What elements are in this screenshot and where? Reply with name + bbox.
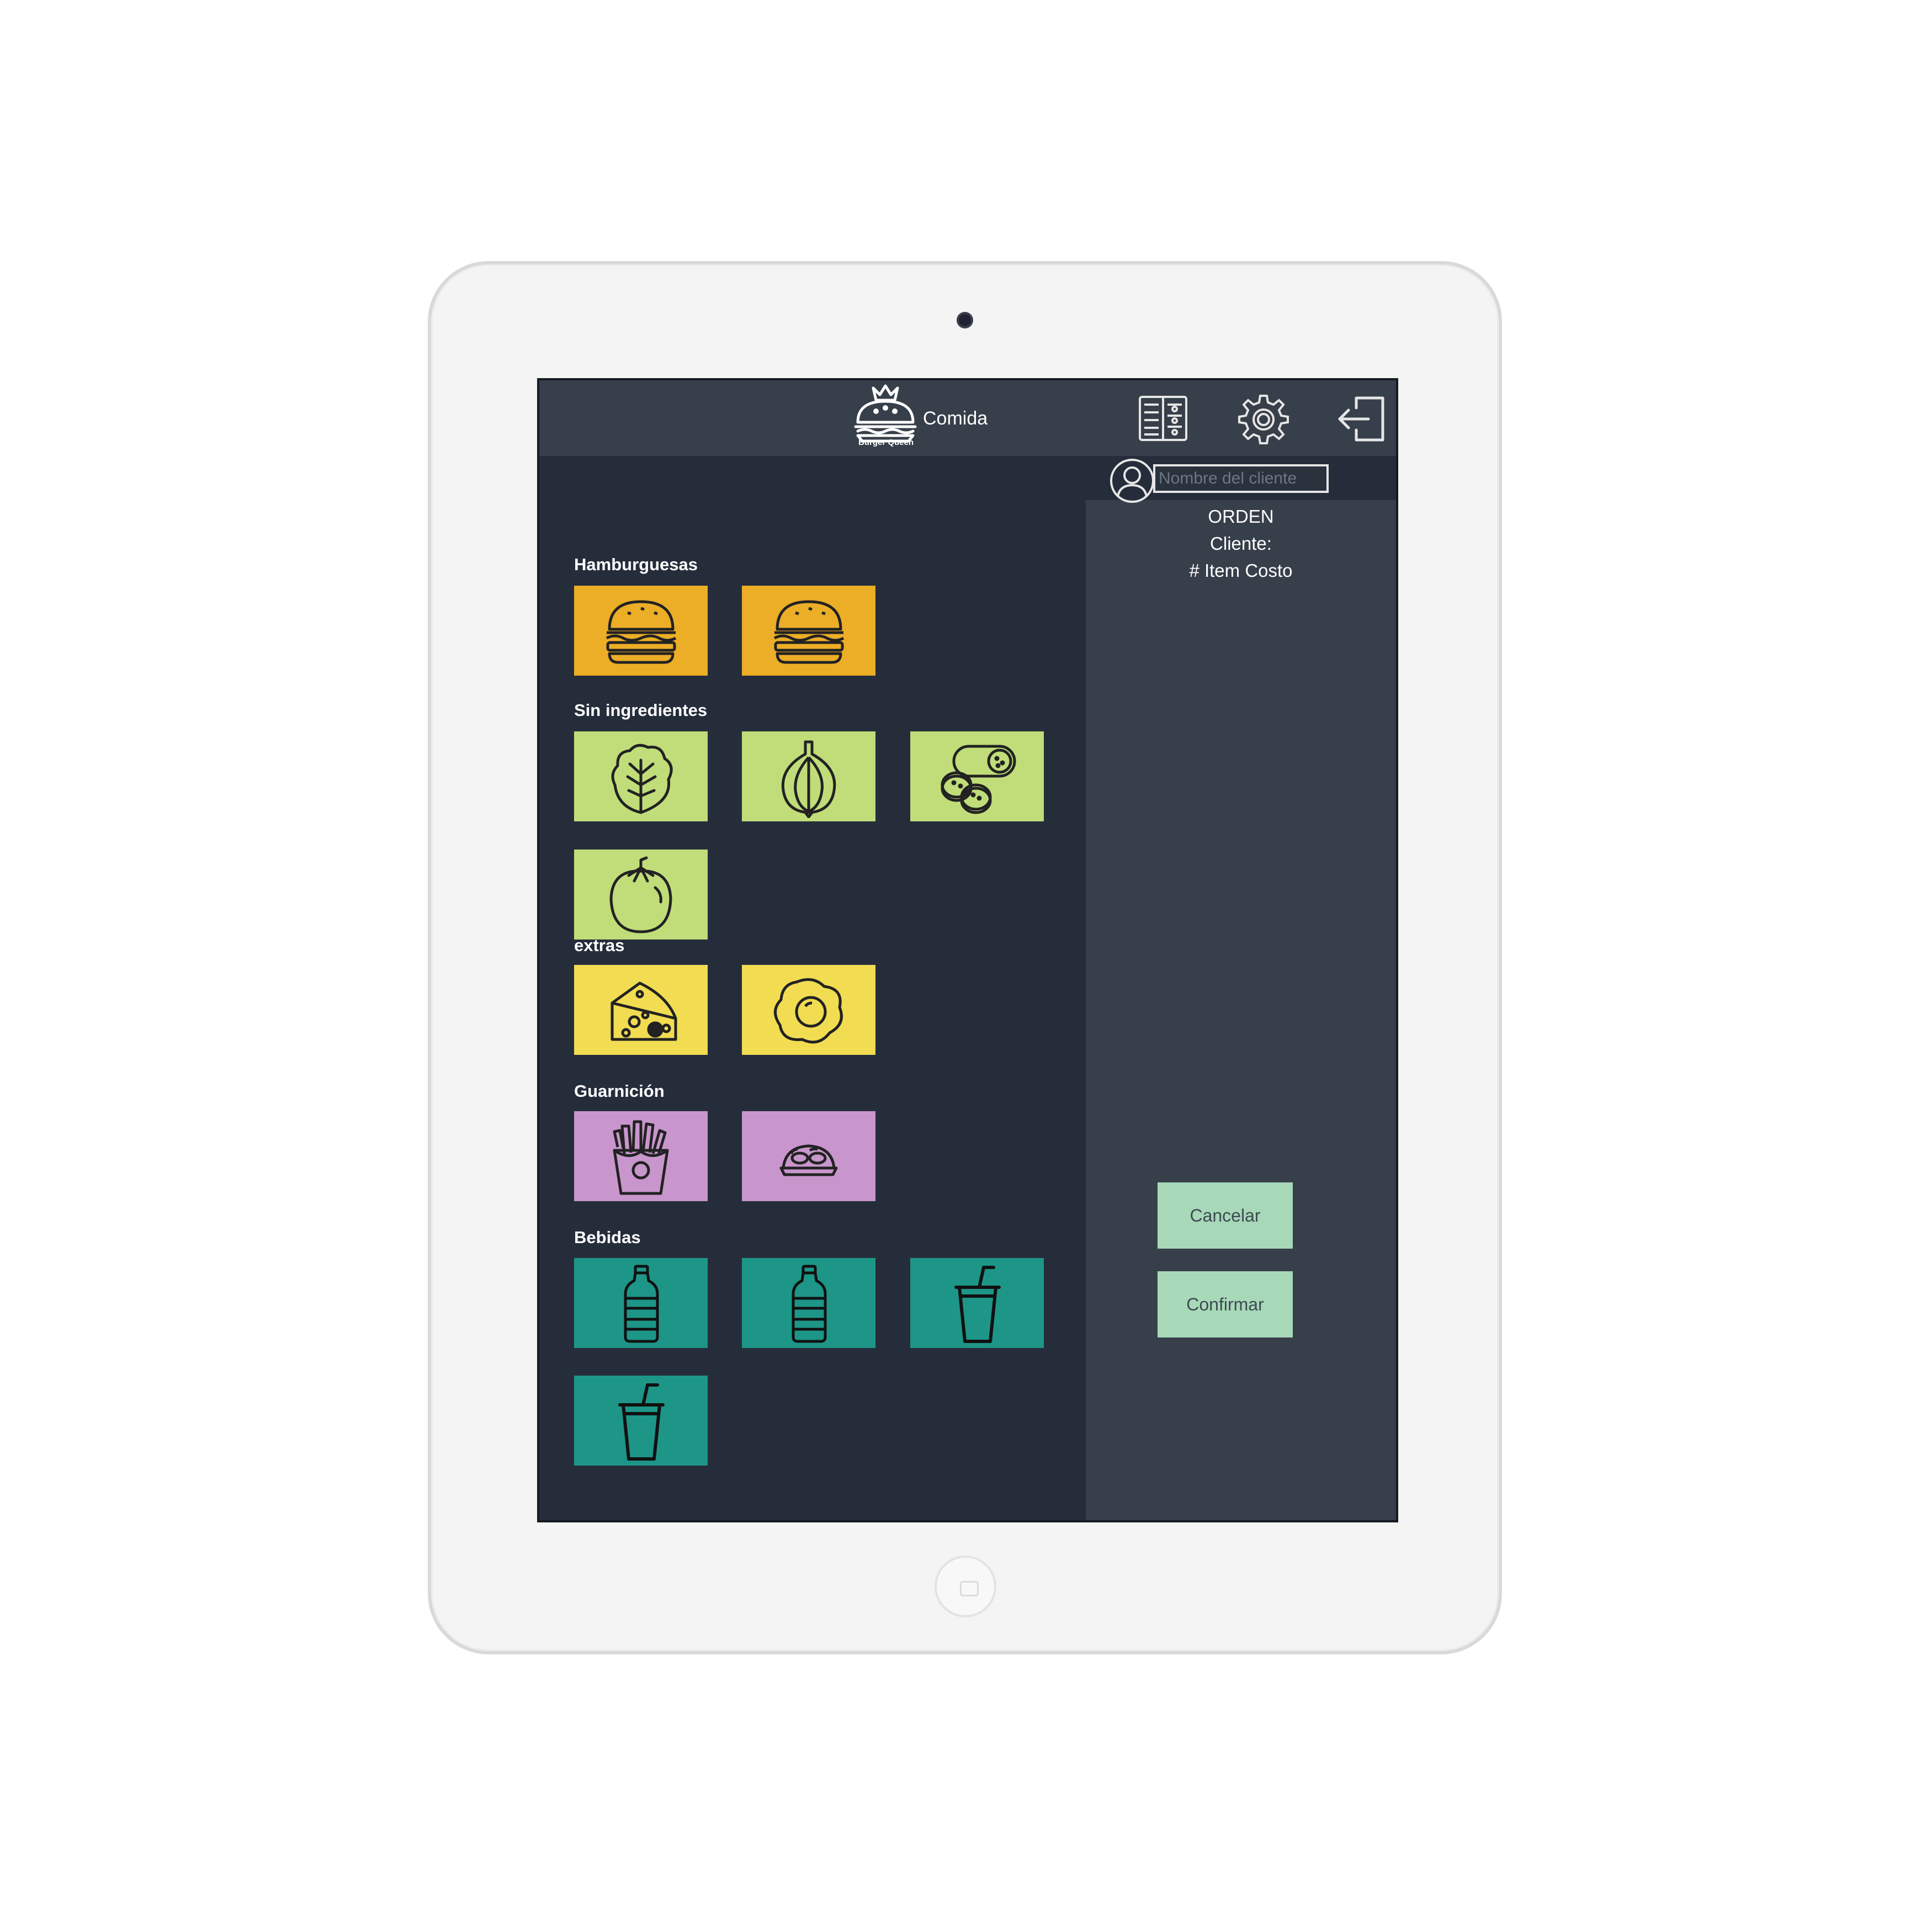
- onion-icon: [781, 740, 836, 818]
- lettuce-icon: [611, 744, 673, 814]
- cheese-button[interactable]: [574, 965, 708, 1055]
- water-bottle-icon: [792, 1265, 826, 1342]
- camera: [957, 312, 973, 328]
- order-panel: [1086, 456, 1396, 1520]
- french-fries-icon: [613, 1120, 668, 1195]
- cancel-button[interactable]: Cancelar: [1158, 1182, 1293, 1249]
- soda-cup-icon: [954, 1265, 1001, 1343]
- order-client-label: Cliente:: [1210, 533, 1272, 554]
- water-small-button[interactable]: [574, 1258, 708, 1348]
- soda-small-button[interactable]: [910, 1258, 1044, 1348]
- burger-icon: [606, 600, 676, 664]
- home-button[interactable]: [935, 1556, 996, 1617]
- logo-text: Burger Queen: [858, 438, 914, 447]
- soda-large-button[interactable]: [574, 1376, 708, 1466]
- water-large-button[interactable]: [742, 1258, 875, 1348]
- order-columns-header: # Item Costo: [1189, 560, 1293, 581]
- burger-icon: [773, 600, 844, 664]
- tomato-button[interactable]: [574, 850, 708, 940]
- fries-button[interactable]: [574, 1111, 708, 1201]
- confirm-button[interactable]: Confirmar: [1158, 1271, 1293, 1337]
- burger-button-1[interactable]: [574, 586, 708, 676]
- burger-button-2[interactable]: [742, 586, 875, 676]
- onion-rings-icon: [779, 1144, 837, 1176]
- cucumber-button[interactable]: [910, 731, 1044, 821]
- menu-book-icon[interactable]: [1135, 391, 1191, 447]
- client-name-input[interactable]: [1153, 464, 1329, 493]
- section-sin-ingredientes: Sin ingredientes: [574, 700, 708, 720]
- section-bebidas: Bebidas: [574, 1228, 641, 1247]
- egg-button[interactable]: [742, 965, 875, 1055]
- fried-egg-icon: [773, 978, 843, 1043]
- water-bottle-icon: [624, 1265, 659, 1342]
- section-extras: extras: [574, 936, 625, 955]
- section-guarnicion: Guarnición: [574, 1081, 665, 1101]
- lettuce-button[interactable]: [574, 731, 708, 821]
- soda-cup-icon: [618, 1383, 665, 1461]
- order-heading: ORDEN: [1208, 506, 1274, 527]
- user-icon: [1109, 458, 1155, 504]
- app-screen: Burger Queen Comida Nombre del cliente O…: [537, 378, 1398, 1522]
- onion-button[interactable]: [742, 731, 875, 821]
- logout-icon[interactable]: [1334, 391, 1389, 447]
- top-bar: Burger Queen Comida: [539, 380, 1396, 456]
- gear-icon[interactable]: [1236, 391, 1291, 447]
- cheese-icon: [611, 981, 677, 1041]
- section-hamburguesas: Hamburguesas: [574, 555, 698, 574]
- page-title: Comida: [923, 408, 988, 429]
- cucumber-icon: [941, 745, 1016, 814]
- onion-rings-button[interactable]: [742, 1111, 875, 1201]
- tomato-icon: [609, 856, 672, 933]
